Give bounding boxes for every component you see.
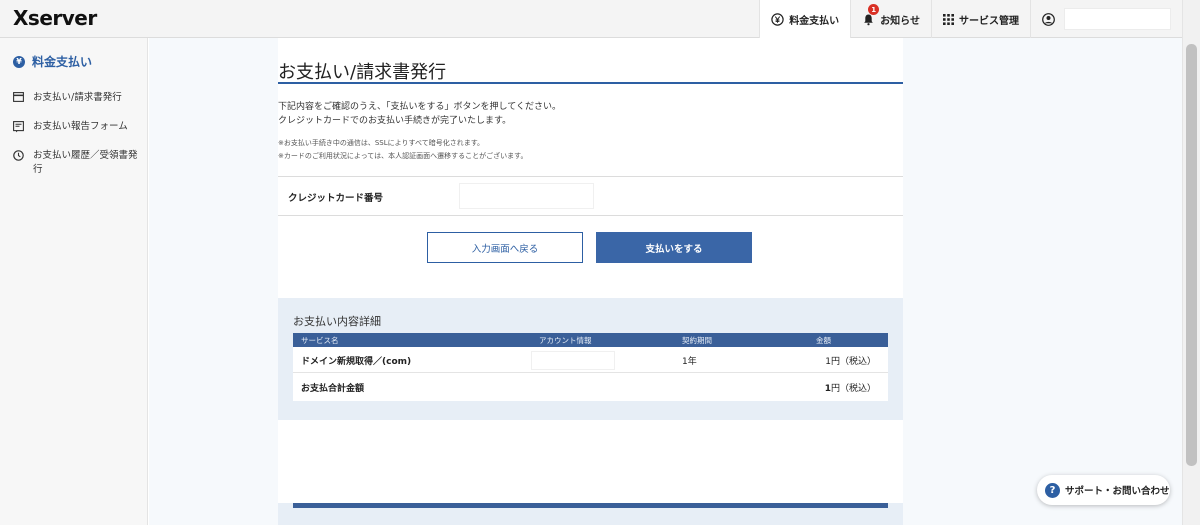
payment-details-title: お支払い内容詳細 xyxy=(293,315,381,328)
scrollbar-thumb[interactable] xyxy=(1186,44,1197,466)
contract-period: 1年 xyxy=(682,357,697,367)
note-line: ※お支払い手続き中の通信は、SSLによりすべて暗号化されます。 xyxy=(278,139,485,147)
nav-notifications[interactable]: 1 お知らせ xyxy=(850,0,931,38)
instruction-line: クレジットカードでのお支払い手続きが完了いたします。 xyxy=(278,116,512,126)
sticky-table-header xyxy=(293,503,888,508)
instruction-line: 下記内容をご確認のうえ、「支払いをする」ボタンを押してください。 xyxy=(278,102,561,112)
column-header-account: アカウント情報 xyxy=(539,336,592,345)
back-to-input-button[interactable]: 入力画面へ戻る xyxy=(427,232,583,263)
credit-card-label: クレジットカード番号 xyxy=(288,193,384,204)
question-icon: ? xyxy=(1045,482,1060,498)
payment-details-panel: お支払い内容詳細 サービス名 アカウント情報 契約期間 金額 ドメイン新規取得／… xyxy=(278,298,903,420)
header-nav: 料金支払い 1 お知らせ サービス管理 xyxy=(759,0,1182,38)
title-underline xyxy=(278,82,903,84)
xserver-logo[interactable]: Xserver xyxy=(13,6,97,30)
sidebar-item-label: お支払い報告フォーム xyxy=(33,121,128,132)
page-title: お支払い/請求書発行 xyxy=(278,62,447,83)
top-header: Xserver 料金支払い 1 お知らせ サービス管理 xyxy=(0,0,1182,38)
sidebar-item-label: お支払い履歴／受領書発行 xyxy=(33,150,138,175)
service-name: ドメイン新規取得／(com) xyxy=(301,357,412,367)
column-header-service: サービス名 xyxy=(301,336,339,345)
sidebar-title-label: 料金支払い xyxy=(32,55,93,69)
sidebar-item-report-form[interactable]: お支払い報告フォーム xyxy=(13,120,141,134)
support-contact-button[interactable]: ? サポート・お問い合わせ xyxy=(1037,475,1170,505)
pay-button[interactable]: 支払いをする xyxy=(596,232,752,263)
clock-icon xyxy=(13,149,25,161)
credit-card-number-field[interactable] xyxy=(459,183,594,209)
sidebar-item-history-receipt[interactable]: お支払い履歴／受領書発行 xyxy=(13,149,141,177)
instructions: 下記内容をご確認のうえ、「支払いをする」ボタンを押してください。 クレジットカー… xyxy=(278,100,561,128)
nav-service-management[interactable]: サービス管理 xyxy=(931,0,1030,38)
nav-account[interactable] xyxy=(1030,0,1182,38)
column-header-amount: 金額 xyxy=(816,336,831,345)
amount-value: 1円（税込） xyxy=(825,357,876,367)
user-icon xyxy=(1042,12,1055,26)
account-info-value xyxy=(531,351,615,370)
payment-details-table: サービス名 アカウント情報 契約期間 金額 ドメイン新規取得／(com) 1年 … xyxy=(293,333,888,401)
card-icon xyxy=(13,91,25,102)
notes: ※お支払い手続き中の通信は、SSLによりすべて暗号化されます。 ※カードのご利用… xyxy=(278,137,527,163)
column-header-period: 契約期間 xyxy=(682,336,712,345)
form-icon xyxy=(13,120,25,133)
sticky-details-bar xyxy=(278,503,903,525)
support-label: サポート・お問い合わせ xyxy=(1065,486,1170,497)
grid-icon xyxy=(943,13,954,25)
sidebar-item-label: お支払い/請求書発行 xyxy=(33,92,122,103)
content-column: お支払い/請求書発行 下記内容をご確認のうえ、「支払いをする」ボタンを押してくだ… xyxy=(278,38,903,525)
notification-badge: 1 xyxy=(868,4,880,15)
nav-notifications-label: お知らせ xyxy=(880,15,920,27)
nav-payment[interactable]: 料金支払い xyxy=(759,0,851,38)
main-area: お支払い/請求書発行 下記内容をご確認のうえ、「支払いをする」ボタンを押してくだ… xyxy=(149,38,1182,525)
sidebar-title[interactable]: ¥ 料金支払い xyxy=(13,53,92,70)
table-row: ドメイン新規取得／(com) 1年 1円（税込） xyxy=(293,347,888,373)
account-name-field[interactable] xyxy=(1064,8,1171,30)
note-line: ※カードのご利用状況によっては、本人認証画面へ遷移することがございます。 xyxy=(278,152,528,160)
total-amount-unit: 円（税込） xyxy=(830,384,876,394)
sidebar-item-payment-invoice[interactable]: お支払い/請求書発行 xyxy=(13,91,141,105)
nav-payment-label: 料金支払い xyxy=(789,15,840,27)
table-header: サービス名 アカウント情報 契約期間 金額 xyxy=(293,333,888,347)
yen-circle-icon: ¥ xyxy=(13,55,25,68)
nav-service-management-label: サービス管理 xyxy=(959,15,1019,27)
total-label: お支払合計金額 xyxy=(301,384,365,394)
credit-card-row: クレジットカード番号 xyxy=(278,176,903,216)
page-scrollbar[interactable] xyxy=(1182,0,1200,525)
yen-circle-icon xyxy=(771,12,784,26)
sidebar: ¥ 料金支払い お支払い/請求書発行 お支払い報告フォーム お支払い履歴／受領書… xyxy=(0,38,148,525)
total-row: お支払合計金額 1円（税込） xyxy=(293,373,888,401)
total-amount: 1円（税込） xyxy=(825,381,876,394)
